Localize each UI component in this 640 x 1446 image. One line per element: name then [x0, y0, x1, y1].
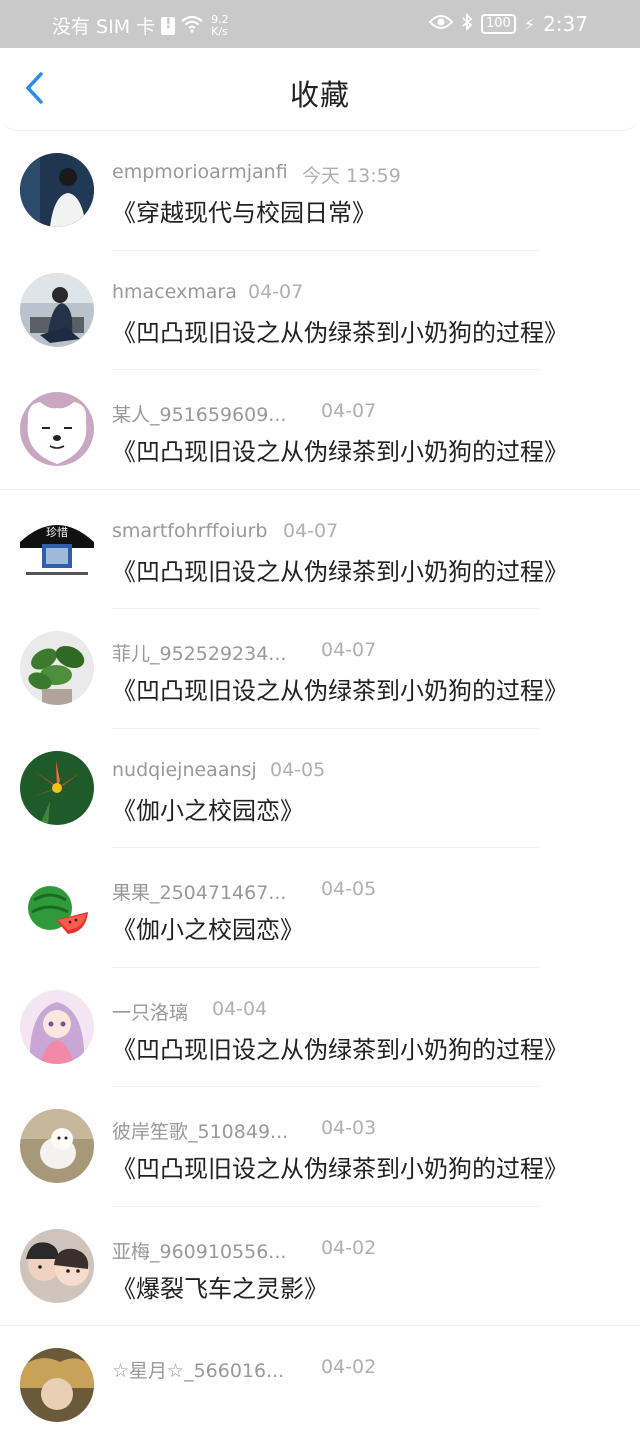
list-item[interactable]: ☆星月☆_566016... 04-02 [0, 1326, 640, 1446]
item-time: 04-05 [270, 758, 326, 781]
item-title: 《凹凸现旧设之从伪绿茶到小奶狗的过程》 [112, 438, 568, 466]
avatar [20, 392, 94, 466]
item-title: 《爆裂飞车之灵影》 [112, 1274, 328, 1303]
avatar [20, 989, 94, 1064]
item-meta: 彼岸笙歌_510849... 04-03 [112, 1117, 376, 1144]
list-item[interactable]: hmacexmara 04-07 《凹凸现旧设之从伪绿茶到小奶狗的过程》 [0, 251, 640, 370]
list-item[interactable]: 一只洛璃 04-04 《凹凸现旧设之从伪绿茶到小奶狗的过程》 [0, 968, 640, 1087]
favorites-list: empmorioarmjanfi 今天 13:59 《穿越现代与校园日常》 hm… [0, 131, 640, 1446]
item-time: 04-07 [321, 400, 377, 422]
item-meta: smartfohrffoiurb 04-07 [112, 519, 338, 542]
list-item[interactable]: 彼岸笙歌_510849... 04-03 《凹凸现旧设之从伪绿茶到小奶狗的过程》 [0, 1087, 640, 1207]
avatar [20, 272, 94, 347]
carrier-label: 没有 SIM 卡 [52, 16, 156, 38]
bluetooth-icon [461, 12, 473, 36]
item-meta: 菲儿_952529234... 04-07 [112, 639, 376, 666]
item-meta: nudqiejneaansj 04-05 [112, 758, 325, 781]
page-title: 收藏 [289, 78, 350, 112]
list-item[interactable]: 菲儿_952529234... 04-07 《凹凸现旧设之从伪绿茶到小奶狗的过程… [0, 609, 640, 729]
item-time: 04-05 [321, 878, 377, 900]
network-speed-value: 9.2 [211, 12, 229, 26]
status-bar-left: 没有 SIM 卡 9.2 K/s [52, 12, 229, 39]
item-title: 《穿越现代与校园日常》 [112, 199, 376, 227]
author-name: 果果_250471467... [112, 882, 287, 904]
item-meta: hmacexmara 04-07 [112, 280, 303, 303]
list-item[interactable]: nudqiejneaansj 04-05 《伽小之校园恋》 [0, 729, 640, 848]
author-name: hmacexmara [112, 280, 237, 303]
item-time: 04-02 [321, 1236, 377, 1259]
item-meta: empmorioarmjanfi 今天 13:59 [112, 161, 401, 187]
header-bar: 收藏 [0, 48, 640, 131]
avatar: 珍惜 [20, 511, 94, 586]
item-meta: 某人_951659609... 04-07 [112, 400, 376, 427]
author-name: 某人_951659609... [112, 404, 287, 426]
wifi-icon [181, 15, 203, 37]
network-speed: 9.2 K/s [211, 12, 229, 38]
avatar [20, 631, 94, 705]
author-name: smartfohrffoiurb [112, 519, 268, 542]
status-bar: 没有 SIM 卡 9.2 K/s 100 ⚡ [0, 0, 640, 48]
list-item[interactable]: 某人_951659609... 04-07 《凹凸现旧设之从伪绿茶到小奶狗的过程… [0, 370, 640, 490]
item-title: 《伽小之校园恋》 [112, 796, 304, 825]
item-title: 《凹凸现旧设之从伪绿茶到小奶狗的过程》 [112, 1035, 568, 1064]
sim-alert-icon [161, 16, 176, 35]
author-name: 彼岸笙歌_510849... [112, 1121, 289, 1143]
item-title: 《凹凸现旧设之从伪绿茶到小奶狗的过程》 [112, 557, 568, 586]
battery-icon: 100 [481, 14, 516, 34]
avatar [20, 153, 94, 227]
author-name: 亚梅_960910556... [112, 1240, 287, 1263]
item-title: 《伽小之校园恋》 [112, 916, 304, 944]
item-time: 04-07 [248, 280, 304, 303]
clock: 2:37 [543, 12, 588, 36]
item-meta: 一只洛璃 04-04 [112, 998, 267, 1025]
item-time: 04-04 [212, 997, 268, 1020]
author-name: 一只洛璃 [112, 1001, 189, 1024]
author-name: empmorioarmjanfi [112, 161, 288, 183]
network-speed-unit: K/s [211, 24, 228, 38]
item-title: 《凹凸现旧设之从伪绿茶到小奶狗的过程》 [112, 677, 568, 705]
list-item[interactable]: 亚梅_960910556... 04-02 《爆裂飞车之灵影》 [0, 1207, 640, 1326]
status-bar-right: 100 ⚡ 2:37 [428, 12, 588, 36]
item-title: 《凹凸现旧设之从伪绿茶到小奶狗的过程》 [112, 1155, 568, 1183]
item-meta: ☆星月☆_566016... 04-02 [112, 1356, 376, 1383]
author-name: 菲儿_952529234... [112, 643, 287, 665]
avatar [20, 750, 94, 825]
charging-icon: ⚡ [523, 14, 536, 34]
item-title: 《凹凸现旧设之从伪绿茶到小奶狗的过程》 [112, 318, 568, 347]
list-item[interactable]: empmorioarmjanfi 今天 13:59 《穿越现代与校园日常》 [0, 131, 640, 251]
item-time: 04-02 [321, 1356, 377, 1378]
avatar-caption: 珍惜 [46, 525, 68, 539]
eye-icon [428, 14, 454, 35]
author-name: ☆星月☆_566016... [112, 1360, 285, 1382]
avatar [20, 1228, 94, 1303]
list-item[interactable]: 果果_250471467... 04-05 《伽小之校园恋》 [0, 848, 640, 968]
item-time: 04-07 [321, 639, 377, 661]
avatar [20, 1109, 94, 1183]
list-item[interactable]: 珍惜 smartfohrffoiurb 04-07 《凹凸现旧设之从伪绿茶到小奶… [0, 490, 640, 609]
item-time: 04-07 [283, 519, 339, 542]
item-time: 04-03 [321, 1117, 377, 1139]
avatar [20, 1348, 94, 1422]
author-name: nudqiejneaansj [112, 758, 257, 781]
item-meta: 亚梅_960910556... 04-02 [112, 1237, 376, 1264]
item-time: 今天 13:59 [302, 165, 401, 187]
avatar [20, 870, 94, 944]
item-meta: 果果_250471467... 04-05 [112, 878, 376, 905]
